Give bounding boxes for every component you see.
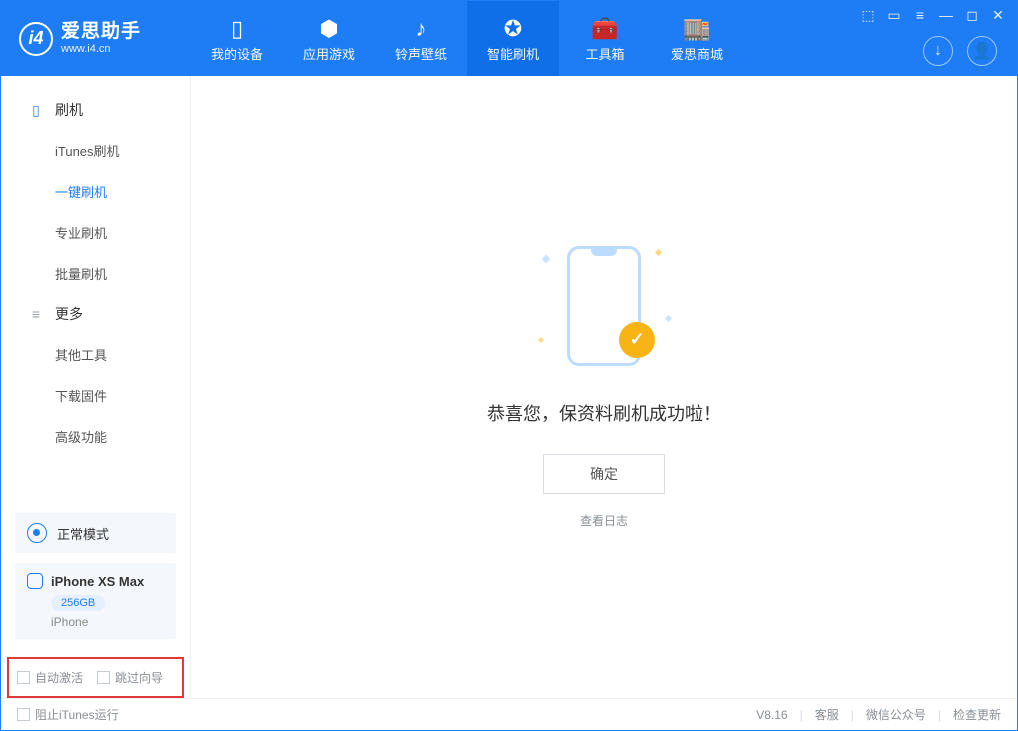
minimize-icon[interactable]: —	[937, 7, 955, 24]
shirt-icon[interactable]: ⬚	[859, 7, 877, 24]
sparkle-icon	[655, 248, 662, 255]
user-icon: 👤	[972, 41, 992, 61]
block-itunes-label: 阻止iTunes运行	[35, 706, 119, 723]
device-panel: 正常模式 iPhone XS Max 256GB iPhone	[1, 501, 190, 657]
sidebar-cat-more: ≡ 更多	[1, 294, 190, 334]
sidebar-item-other-tools[interactable]: 其他工具	[1, 334, 190, 375]
shield-icon: ✪	[504, 14, 522, 44]
phone-icon: ▯	[27, 102, 45, 119]
footer-link-support[interactable]: 客服	[815, 706, 839, 723]
music-icon: ♪	[416, 14, 427, 44]
nav-my-device[interactable]: ▯ 我的设备	[191, 1, 283, 76]
sidebar-item-oneclick-flash[interactable]: 一键刷机	[1, 171, 190, 212]
phone-outline-icon	[27, 573, 43, 589]
view-log-link[interactable]: 查看日志	[580, 512, 628, 529]
app-title-cn: 爱思助手	[61, 22, 141, 43]
nav-toolbox[interactable]: 🧰 工具箱	[559, 1, 651, 76]
maximize-icon[interactable]: ◻	[963, 7, 981, 24]
sidebar-item-download-firmware[interactable]: 下载固件	[1, 375, 190, 416]
device-status-card[interactable]: 正常模式	[15, 513, 176, 553]
nav-apps-games[interactable]: ⬢ 应用游戏	[283, 1, 375, 76]
sidebar-item-batch-flash[interactable]: 批量刷机	[1, 253, 190, 294]
check-badge-icon: ✓	[619, 322, 655, 358]
footer-link-check-update[interactable]: 检查更新	[953, 706, 1001, 723]
device-card[interactable]: iPhone XS Max 256GB iPhone	[15, 563, 176, 639]
ok-button[interactable]: 确定	[543, 454, 665, 494]
download-icon: ↓	[934, 42, 942, 60]
close-icon[interactable]: ✕	[989, 7, 1007, 24]
feedback-icon[interactable]: ▭	[885, 7, 903, 24]
sidebar-item-pro-flash[interactable]: 专业刷机	[1, 212, 190, 253]
highlight-box: 自动激活 跳过向导	[7, 657, 184, 698]
checkbox-auto-activate[interactable]: 自动激活	[17, 669, 83, 686]
device-type: iPhone	[51, 615, 164, 629]
app-window: i4 爱思助手 www.i4.cn ▯ 我的设备 ⬢ 应用游戏 ♪ 铃声壁纸 ✪…	[0, 0, 1018, 731]
success-message: 恭喜您，保资料刷机成功啦！	[487, 400, 721, 426]
sparkle-icon	[538, 337, 544, 343]
sidebar: ▯ 刷机 iTunes刷机 一键刷机 专业刷机 批量刷机 ≡ 更多 其他工具 下…	[1, 76, 191, 698]
download-button[interactable]: ↓	[923, 36, 953, 66]
logo-text: 爱思助手 www.i4.cn	[61, 22, 141, 55]
window-controls: ⬚ ▭ ≡ — ◻ ✕	[859, 7, 1007, 24]
sidebar-cat-flash-label: 刷机	[55, 100, 83, 120]
auto-activate-label: 自动激活	[35, 669, 83, 686]
sidebar-content: ▯ 刷机 iTunes刷机 一键刷机 专业刷机 批量刷机 ≡ 更多 其他工具 下…	[1, 76, 190, 501]
top-nav: ▯ 我的设备 ⬢ 应用游戏 ♪ 铃声壁纸 ✪ 智能刷机 🧰 工具箱 🏬 爱思商城	[191, 1, 743, 76]
app-title-en: www.i4.cn	[61, 43, 141, 55]
sidebar-item-itunes-flash[interactable]: iTunes刷机	[1, 130, 190, 171]
sidebar-cat-flash: ▯ 刷机	[1, 90, 190, 130]
cube-icon: ⬢	[319, 14, 338, 44]
store-icon: 🏬	[683, 14, 710, 44]
logo: i4 爱思助手 www.i4.cn	[1, 1, 191, 76]
checkbox-block-itunes[interactable]: 阻止iTunes运行	[17, 706, 119, 723]
app-body: ▯ 刷机 iTunes刷机 一键刷机 专业刷机 批量刷机 ≡ 更多 其他工具 下…	[1, 76, 1017, 698]
version-label: V8.16	[756, 708, 787, 722]
checkbox-icon	[17, 671, 30, 684]
sparkle-icon	[665, 314, 672, 321]
checkbox-skip-guide[interactable]: 跳过向导	[97, 669, 163, 686]
sidebar-cat-more-label: 更多	[55, 304, 83, 324]
status-dot-icon	[27, 523, 47, 543]
account-button[interactable]: 👤	[967, 36, 997, 66]
device-name: iPhone XS Max	[51, 574, 144, 589]
device-status-label: 正常模式	[57, 524, 109, 543]
skip-guide-label: 跳过向导	[115, 669, 163, 686]
nav-store[interactable]: 🏬 爱思商城	[651, 1, 743, 76]
checkbox-icon	[97, 671, 110, 684]
menu-icon[interactable]: ≡	[911, 7, 929, 24]
logo-icon: i4	[19, 22, 53, 56]
sidebar-item-advanced[interactable]: 高级功能	[1, 416, 190, 457]
header-right-icons: ↓ 👤	[923, 36, 997, 66]
nav-ringtone-wallpaper[interactable]: ♪ 铃声壁纸	[375, 1, 467, 76]
app-footer: 阻止iTunes运行 V8.16 | 客服 | 微信公众号 | 检查更新	[1, 698, 1017, 730]
success-illustration: ✓	[539, 246, 669, 376]
main-area: ✓ 恭喜您，保资料刷机成功啦！ 确定 查看日志	[191, 76, 1017, 698]
app-header: i4 爱思助手 www.i4.cn ▯ 我的设备 ⬢ 应用游戏 ♪ 铃声壁纸 ✪…	[1, 1, 1017, 76]
sparkle-icon	[542, 254, 550, 262]
list-icon: ≡	[27, 306, 45, 322]
checkbox-icon	[17, 708, 30, 721]
device-icon: ▯	[231, 14, 243, 44]
footer-link-wechat[interactable]: 微信公众号	[866, 706, 926, 723]
device-capacity: 256GB	[51, 595, 105, 611]
toolbox-icon: 🧰	[591, 14, 618, 44]
nav-smart-flash[interactable]: ✪ 智能刷机	[467, 1, 559, 76]
